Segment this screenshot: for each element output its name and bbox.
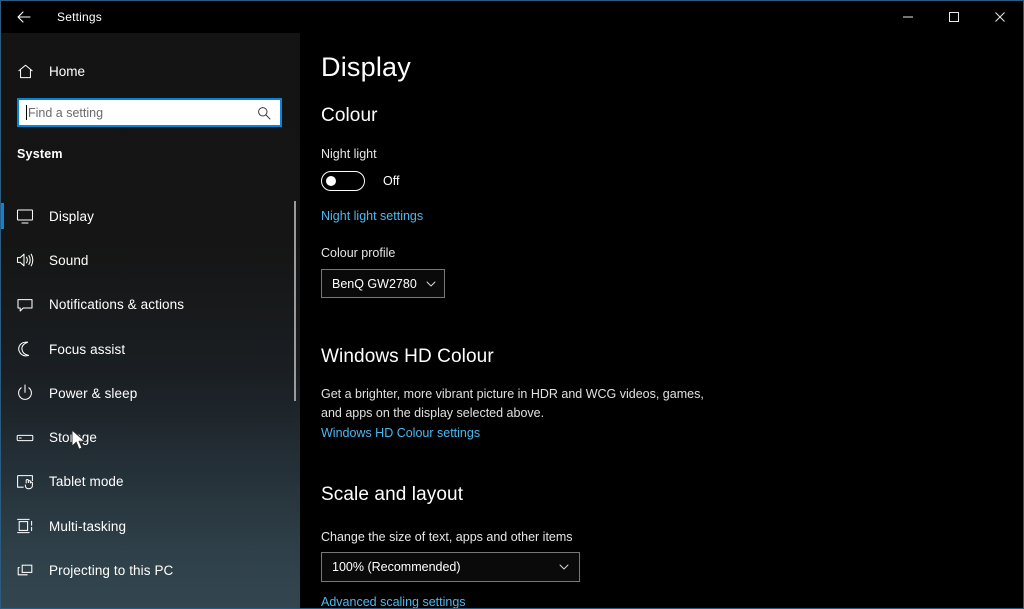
close-button[interactable] <box>977 1 1023 33</box>
drive-icon <box>1 428 49 448</box>
night-light-row: Off <box>321 171 399 191</box>
scale-size-label: Change the size of text, apps and other … <box>321 530 573 544</box>
sidebar-item-tablet-mode[interactable]: Tablet mode <box>1 460 300 504</box>
scale-value: 100% (Recommended) <box>332 560 461 574</box>
night-light-settings-link[interactable]: Night light settings <box>321 209 423 223</box>
sidebar-item-tablet-mode-label: Tablet mode <box>49 474 124 489</box>
sidebar-item-storage-label: Storage <box>49 430 97 445</box>
sidebar-item-display[interactable]: Display <box>1 194 300 238</box>
home-icon <box>1 62 49 81</box>
sidebar-item-projecting[interactable]: Projecting to this PC <box>1 548 300 592</box>
maximize-button[interactable] <box>931 1 977 33</box>
scale-dropdown[interactable]: 100% (Recommended) <box>321 552 580 582</box>
sidebar-scroll-region: Home System <box>1 1 300 608</box>
minimize-icon <box>902 11 914 23</box>
sidebar-item-notifications[interactable]: Notifications & actions <box>1 283 300 327</box>
sidebar-item-home[interactable]: Home <box>1 55 300 87</box>
advanced-scaling-settings-link[interactable]: Advanced scaling settings <box>321 595 466 608</box>
sidebar-item-shared-experiences-label: Shared experiences <box>49 607 171 608</box>
tablet-hand-icon <box>1 472 49 492</box>
hd-colour-description: Get a brighter, more vibrant picture in … <box>321 385 721 423</box>
power-icon <box>1 383 49 403</box>
speaker-icon <box>1 250 49 270</box>
minimize-button[interactable] <box>885 1 931 33</box>
search-input[interactable] <box>27 100 254 125</box>
caption-buttons <box>885 1 1023 33</box>
multitask-icon <box>1 516 49 536</box>
back-button[interactable] <box>1 1 47 33</box>
title-bar: Settings <box>1 1 1023 33</box>
night-light-state: Off <box>383 174 399 188</box>
chevron-down-icon <box>558 561 570 573</box>
share-icon <box>1 605 49 608</box>
hd-colour-settings-link[interactable]: Windows HD Colour settings <box>321 426 480 440</box>
toggle-knob <box>326 176 336 186</box>
moon-icon <box>1 339 49 359</box>
sidebar-item-home-label: Home <box>49 64 85 79</box>
sidebar-item-sound[interactable]: Sound <box>1 238 300 282</box>
sidebar-item-storage[interactable]: Storage <box>1 415 300 459</box>
settings-window: Settings <box>0 0 1024 609</box>
search-box[interactable] <box>17 98 282 127</box>
sidebar-item-focus-assist-label: Focus assist <box>49 342 125 357</box>
app-title: Settings <box>57 10 102 24</box>
night-light-toggle[interactable] <box>321 171 365 191</box>
speech-bubble-icon <box>1 295 49 315</box>
colour-profile-value: BenQ GW2780 <box>332 277 417 291</box>
close-icon <box>994 11 1006 23</box>
main-content: Display Colour Night light Off Night lig… <box>300 33 1023 608</box>
colour-profile-dropdown[interactable]: BenQ GW2780 <box>321 269 445 298</box>
back-arrow-icon <box>15 8 33 26</box>
sidebar-item-power-sleep[interactable]: Power & sleep <box>1 371 300 415</box>
sidebar-item-power-sleep-label: Power & sleep <box>49 386 137 401</box>
sidebar-item-multi-tasking-label: Multi-tasking <box>49 519 126 534</box>
sidebar-item-notifications-label: Notifications & actions <box>49 297 184 312</box>
sidebar-item-multi-tasking[interactable]: Multi-tasking <box>1 504 300 548</box>
chevron-down-icon <box>425 278 437 290</box>
maximize-icon <box>948 11 960 23</box>
sidebar-item-shared-experiences[interactable]: Shared experiences <box>1 593 300 608</box>
sidebar-scrollbar-thumb[interactable] <box>294 201 296 401</box>
page-title: Display <box>321 52 411 83</box>
section-title-scale-layout: Scale and layout <box>321 484 463 506</box>
sidebar-item-focus-assist[interactable]: Focus assist <box>1 327 300 371</box>
sidebar-item-display-label: Display <box>49 209 94 224</box>
sidebar-group-header: System <box>17 147 63 161</box>
sidebar: Home System <box>1 1 300 608</box>
section-title-colour: Colour <box>321 105 378 127</box>
project-screen-icon <box>1 561 49 581</box>
search-icon[interactable] <box>254 106 274 120</box>
night-light-label: Night light <box>321 147 377 161</box>
section-title-hd-colour: Windows HD Colour <box>321 346 494 368</box>
sidebar-item-projecting-label: Projecting to this PC <box>49 563 173 578</box>
sidebar-item-sound-label: Sound <box>49 253 89 268</box>
colour-profile-label: Colour profile <box>321 246 395 260</box>
sidebar-nav-list: Display Sound <box>1 194 300 608</box>
monitor-icon <box>1 206 49 226</box>
sidebar-scrollbar[interactable] <box>294 141 296 608</box>
